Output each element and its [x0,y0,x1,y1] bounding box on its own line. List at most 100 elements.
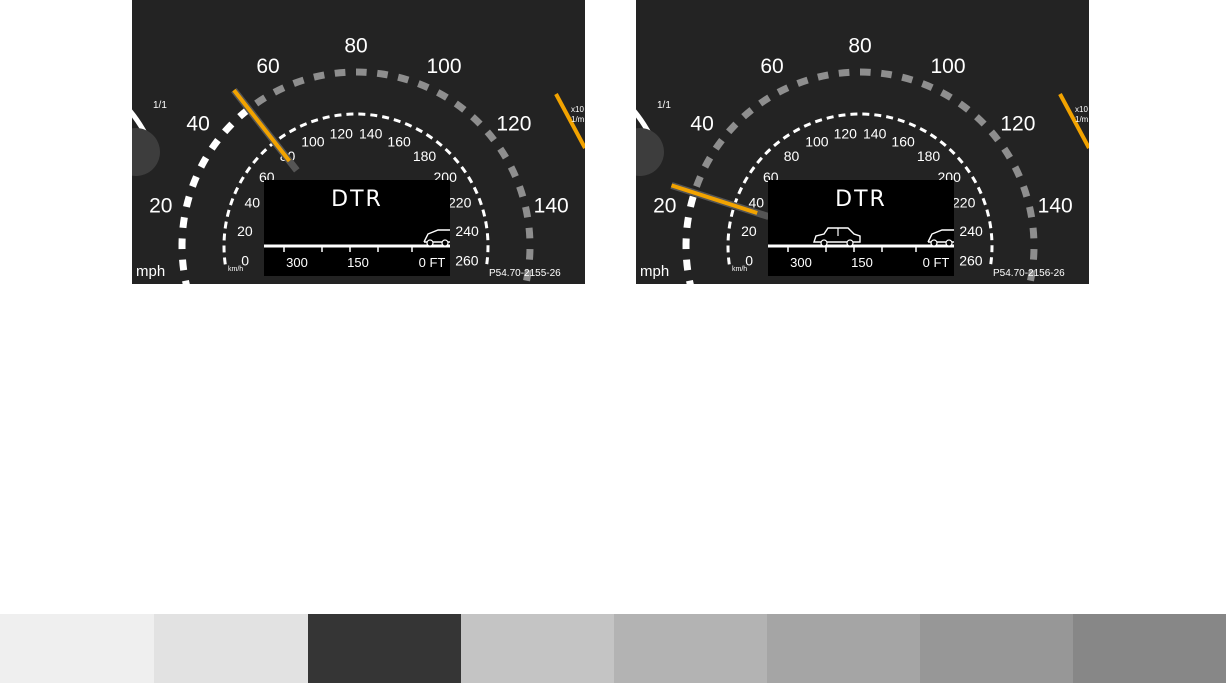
kmh-tick-label: 20 [237,223,253,239]
mph-tick-label: 60 [256,55,279,78]
mph-arc-segment [208,137,221,151]
color-swatch [1073,614,1226,683]
kmh-tick-label: 220 [448,195,472,211]
color-swatch [614,614,767,683]
figure-code: P54.70-2156-26 [993,268,1065,279]
kmh-tick-label: 260 [959,252,983,268]
mph-arc-segment [686,279,694,284]
mph-arc-segment [683,216,692,229]
kmh-tick-label: 160 [891,133,915,149]
mph-arc-segment [525,248,534,260]
kmh-tick-label: 260 [455,252,479,268]
mph-arc-segment [701,155,714,169]
color-swatch [308,614,461,683]
mph-arc-segment [453,100,467,113]
mph-arc-segment [179,259,188,271]
mph-arc-segment [417,80,430,91]
mph-tick-label: 140 [534,195,569,218]
distance-scale-label: 150 [347,255,369,270]
mph-arc-segment [1029,227,1038,239]
rpm-label: 1/1 [153,100,167,111]
mph-tick-label: 80 [344,35,367,58]
mph-arc-segment [197,155,210,169]
color-swatch [0,614,154,683]
distance-scale-label: 150 [851,255,873,270]
mph-arc-segment [776,84,790,96]
vehicle-ahead-wheel [846,239,854,247]
kmh-tick-label: 120 [834,126,858,142]
figure-code: P54.70-2155-26 [489,268,561,279]
tachometer-arc [132,109,148,136]
mph-arc-segment [1001,146,1013,160]
mph-arc-segment [182,279,190,284]
kmh-tick-label: 240 [959,223,983,239]
kmh-tick-label: 180 [917,148,941,164]
multifunction-display: DTR 300 150 0 FT [264,180,450,276]
distance-scale-label: 0 FT [419,255,446,270]
mph-arc-segment [507,165,519,179]
mph-arc-segment [687,195,697,208]
display-title: DTR [331,187,383,212]
mph-arc-segment [974,114,987,127]
mph-arc-segment [957,100,971,113]
speedometer-illustration-left: 1/1x101/m020406080100120140160mph0204060… [132,0,585,284]
mph-arc-segment [817,71,829,81]
speedometer-dial: 1/1x101/m020406080100120140160mph0204060… [636,35,1089,284]
mph-arc-segment [522,206,532,218]
mph-tick-label: 20 [149,195,172,218]
kmh-tick-label: 140 [863,126,887,142]
mph-arc-segment [470,114,483,127]
color-swatch [767,614,920,683]
kmh-unit-label: km/h [732,266,747,273]
own-car-wheel [945,239,953,247]
multifunction-display: DTR 300 150 0 FT [768,180,954,276]
mph-arc-segment [254,94,267,107]
mph-unit-label: mph [136,263,165,280]
speedometer-illustration-right: 1/1x101/m020406080100120140160mph0204060… [636,0,1089,284]
rpm-label: 1/1 [657,100,671,111]
mph-arc-segment [222,121,235,135]
tachometer-unit: x10 [1075,105,1088,114]
mph-arc-segment [313,71,325,81]
color-swatch [154,614,308,683]
mph-tick-label: 120 [1000,112,1035,135]
mph-tick-label: 40 [690,112,713,135]
kmh-tick-label: 80 [784,148,800,164]
distance-scale-label: 0 FT [923,255,950,270]
mph-tick-label: 100 [930,55,965,78]
mph-arc-segment [292,76,305,87]
warning-lamp [636,128,664,176]
mph-arc-segment [838,68,850,77]
mph-tick-label: 60 [760,55,783,78]
speedometer-dial: 1/1x101/m020406080100120140160mph0204060… [132,35,585,284]
mph-arc-segment [397,73,410,84]
mph-arc-segment [516,185,527,198]
mph-tick-label: 20 [653,195,676,218]
kmh-tick-label: 40 [245,195,261,211]
tachometer-arc [636,109,652,136]
color-swatch [920,614,1073,683]
kmh-tick-label: 220 [952,195,976,211]
mph-arc-segment [179,216,188,229]
own-car-wheel [426,239,434,247]
mph-arc-segment [758,94,771,107]
mph-arc-segment [796,76,809,87]
mph-arc-segment [921,80,934,91]
vehicle-ahead-wheel [820,239,828,247]
tachometer-unit: 1/m [571,115,585,124]
mph-arc-segment [940,89,953,101]
mph-arc-segment [376,69,389,79]
own-car-wheel [930,239,938,247]
mph-tick-label: 120 [496,112,531,135]
kmh-tick-label: 100 [301,133,325,149]
kmh-tick-label: 240 [455,223,479,239]
mph-arc-segment [1020,185,1031,198]
kmh-tick-label: 140 [359,126,383,142]
mph-arc-segment [334,68,346,77]
display-title: DTR [835,187,887,212]
kmh-tick-label: 20 [741,223,757,239]
tachometer-unit: 1/m [1075,115,1089,124]
mph-arc-segment [183,195,193,208]
tachometer-unit: x10 [571,105,584,114]
distance-scale-label: 300 [790,255,812,270]
